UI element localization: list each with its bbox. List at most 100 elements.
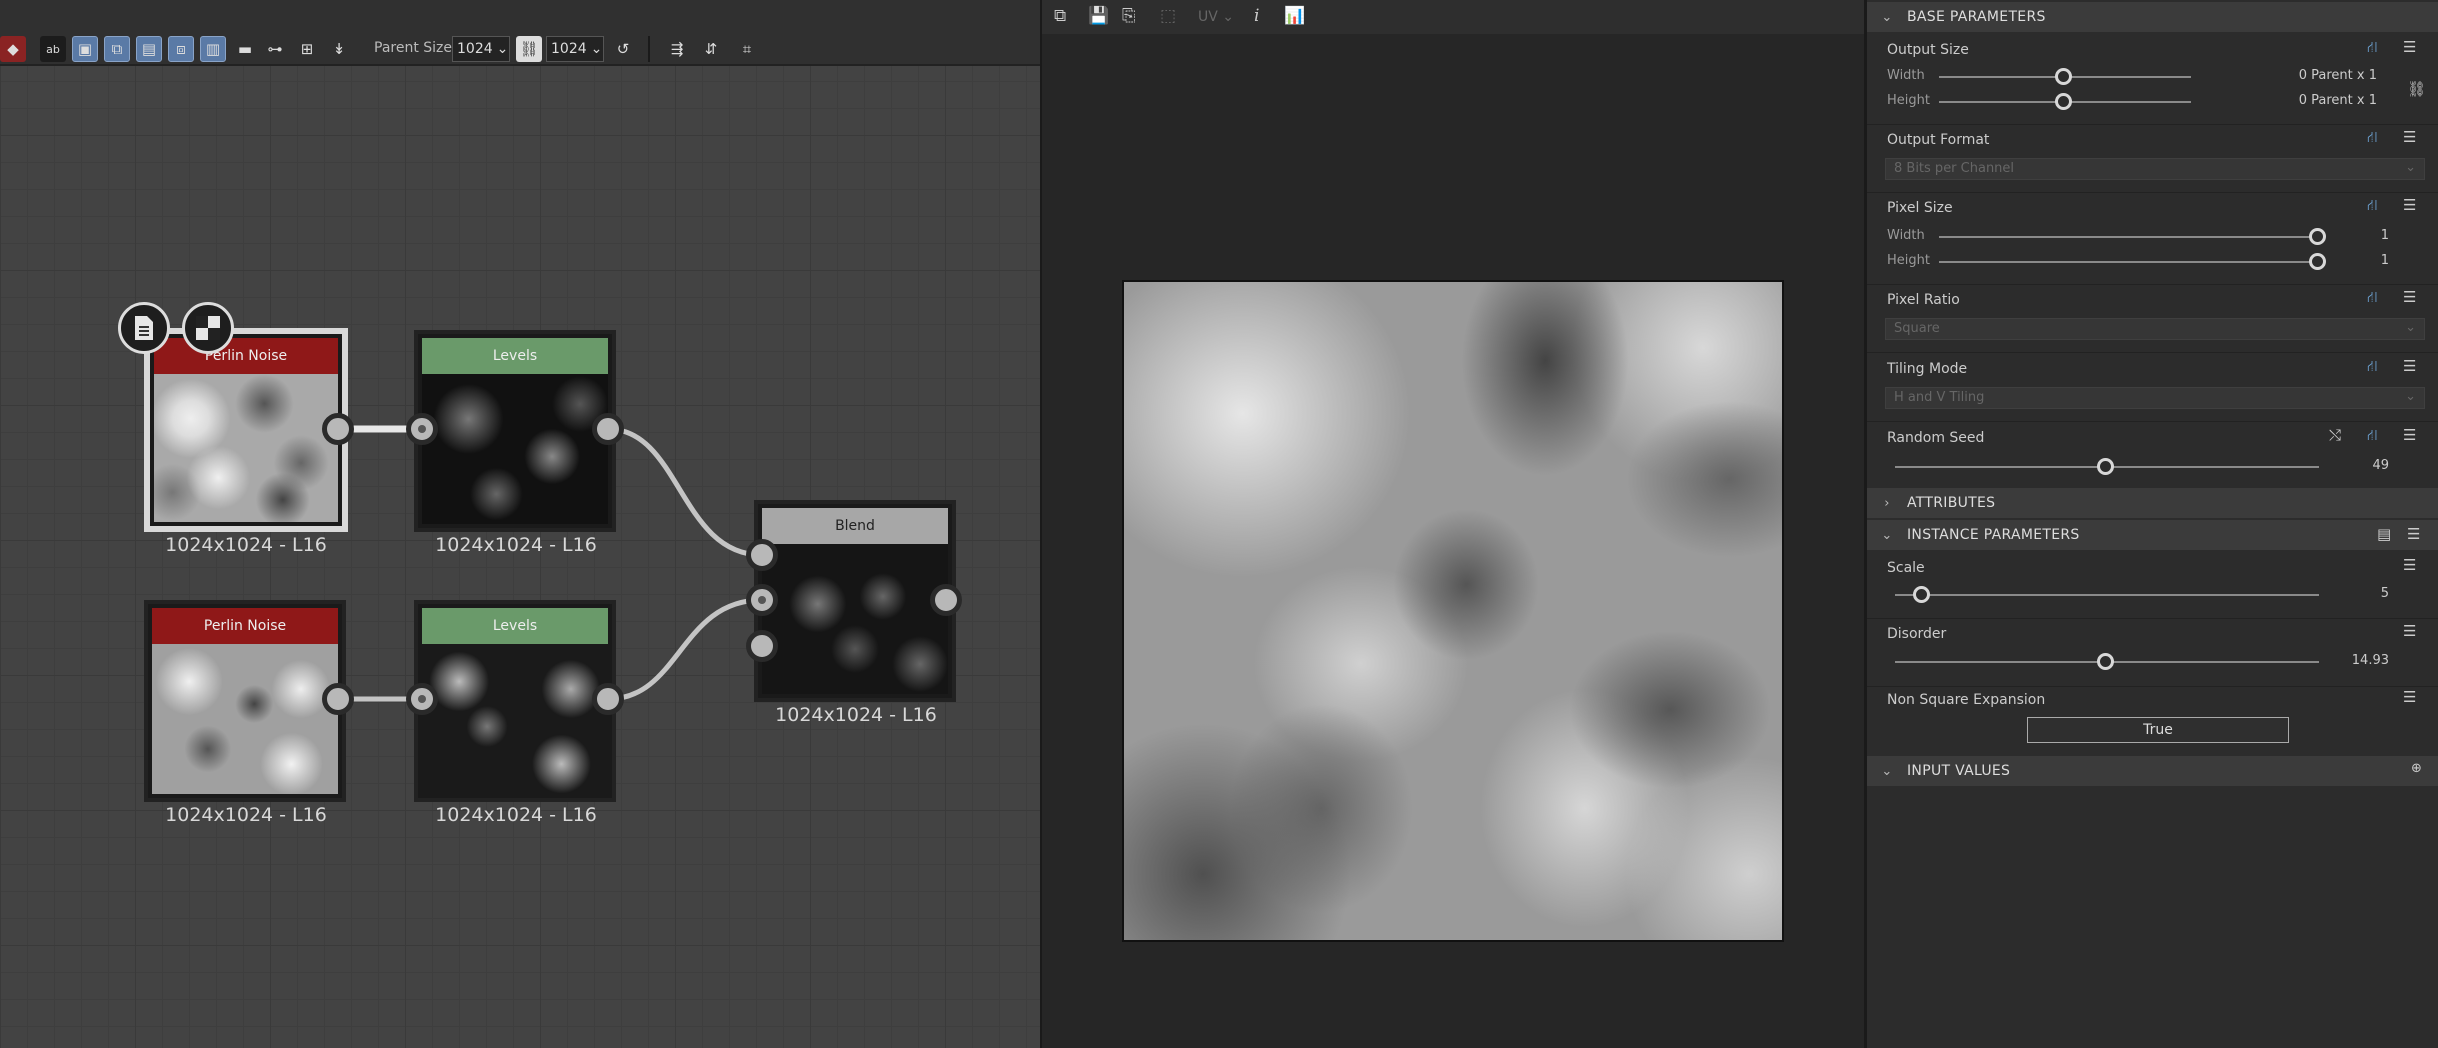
- save-icon[interactable]: 💾: [1088, 6, 1109, 26]
- section-input-values[interactable]: ⌄ INPUT VALUES ⊕: [1867, 756, 2438, 786]
- output-port[interactable]: [592, 413, 624, 445]
- node-levels-2[interactable]: Levels: [414, 600, 616, 802]
- menu-icon[interactable]: ☰: [2403, 288, 2416, 306]
- expose-icon[interactable]: ⛙: [2367, 196, 2378, 216]
- parent-size-width-select[interactable]: 1024 ⌄: [452, 36, 510, 62]
- shuffle-icon[interactable]: ⤭: [2329, 426, 2341, 444]
- 2d-viewer[interactable]: ⧉ 💾 ⎘ ⬚ UV ⌄ i 📊: [1040, 0, 1864, 1048]
- input-port[interactable]: [746, 584, 778, 616]
- pixel-width-knob[interactable]: [2309, 228, 2326, 245]
- chevron-down-icon: ⌄: [496, 41, 509, 57]
- crop-icon[interactable]: ⌗: [734, 36, 760, 62]
- pixel-height-knob[interactable]: [2309, 253, 2326, 270]
- menu-icon[interactable]: ☰: [2403, 196, 2416, 214]
- graph-editor[interactable]: Perlin Noise 1024x1024 - L16 Levels 1024…: [0, 0, 1040, 1048]
- random-seed-knob[interactable]: [2097, 458, 2114, 475]
- section-title: INPUT VALUES: [1907, 763, 2011, 779]
- clipboard-icon[interactable]: ⎘: [1122, 6, 1136, 26]
- menu-icon[interactable]: ☰: [2403, 38, 2416, 56]
- link-icon[interactable]: ⛓: [516, 36, 542, 62]
- output-height-knob[interactable]: [2055, 93, 2072, 110]
- expose-icon[interactable]: ⛙: [2367, 288, 2378, 308]
- section-attributes[interactable]: › ATTRIBUTES: [1867, 488, 2438, 518]
- ab01-icon[interactable]: ab: [40, 36, 66, 62]
- align-icon[interactable]: ⇶: [664, 36, 690, 62]
- pixel-width-track[interactable]: [1939, 236, 2319, 238]
- input-port[interactable]: [746, 539, 778, 571]
- nodes-icon[interactable]: ⊞: [294, 36, 320, 62]
- pixel-ratio-select[interactable]: Square ⌄: [1885, 318, 2425, 340]
- menu-icon[interactable]: ☰: [2403, 622, 2416, 640]
- output-height-suffix: Parent x 1: [2311, 93, 2377, 108]
- node-title: Levels: [422, 338, 608, 374]
- output-format-label: Output Format: [1887, 132, 1990, 148]
- node-frame-icon[interactable]: ⧉: [104, 36, 130, 62]
- parent-size-height-select[interactable]: 1024 ⌄: [546, 36, 604, 62]
- info-icon[interactable]: i: [1254, 6, 1259, 26]
- tiling-mode-select[interactable]: H and V Tiling ⌄: [1885, 387, 2425, 409]
- reset-icon[interactable]: ↺: [610, 36, 636, 62]
- section-title: INSTANCE PARAMETERS: [1907, 527, 2080, 543]
- node-plus-icon[interactable]: ▤: [136, 36, 162, 62]
- menu-icon[interactable]: ☰: [2403, 556, 2416, 574]
- node-label: 1024x1024 - L16: [775, 704, 937, 726]
- output-port[interactable]: [592, 683, 624, 715]
- scale-value[interactable]: 5: [2347, 586, 2389, 601]
- divider: [1867, 352, 2438, 353]
- menu-icon[interactable]: ☰: [2403, 688, 2416, 706]
- scale-knob[interactable]: [1913, 586, 1930, 603]
- scale-track[interactable]: [1895, 594, 2319, 596]
- histogram-icon[interactable]: 📊: [1284, 6, 1305, 26]
- input-port[interactable]: [406, 413, 438, 445]
- random-seed-value[interactable]: 49: [2347, 458, 2389, 473]
- frame-icon[interactable]: ▣: [72, 36, 98, 62]
- expose-icon[interactable]: ⛙: [2367, 128, 2378, 148]
- link-icon[interactable]: ⛓: [2407, 80, 2426, 98]
- paint-bucket-icon[interactable]: ◆: [0, 36, 26, 62]
- copy-icon[interactable]: ⧉: [1054, 6, 1066, 26]
- node-comment-icon[interactable]: ▥: [200, 36, 226, 62]
- align-vertical-icon[interactable]: ⇵: [698, 36, 724, 62]
- tiling-mode-value: H and V Tiling: [1894, 390, 1985, 405]
- disorder-knob[interactable]: [2097, 653, 2114, 670]
- toolbar-divider: [648, 36, 650, 62]
- pin-icon[interactable]: ⊶: [262, 36, 288, 62]
- preset-icon[interactable]: ▤: [2377, 525, 2391, 543]
- node-levels-1[interactable]: Levels: [414, 330, 616, 532]
- add-icon[interactable]: ⊕: [2411, 761, 2422, 776]
- pixel-height-track[interactable]: [1939, 261, 2319, 263]
- section-instance-parameters[interactable]: ⌄ INSTANCE PARAMETERS ▤ ☰: [1867, 520, 2438, 550]
- expose-icon[interactable]: ⛙: [2367, 38, 2378, 58]
- pixel-height-value[interactable]: 1: [2347, 253, 2389, 268]
- document-icon[interactable]: [118, 302, 170, 354]
- output-format-select[interactable]: 8 Bits per Channel ⌄: [1885, 158, 2425, 180]
- node-export-icon[interactable]: ⧈: [168, 36, 194, 62]
- node-perlin-noise-2[interactable]: Perlin Noise: [144, 600, 346, 802]
- node-perlin-noise-1[interactable]: Perlin Noise: [144, 328, 348, 532]
- menu-icon[interactable]: ☰: [2403, 426, 2416, 444]
- menu-icon[interactable]: ☰: [2403, 128, 2416, 146]
- preview-image[interactable]: [1122, 280, 1784, 942]
- comment-icon[interactable]: ▬: [232, 36, 258, 62]
- disorder-value[interactable]: 14.93: [2337, 653, 2389, 668]
- input-port[interactable]: [406, 683, 438, 715]
- output-width-knob[interactable]: [2055, 68, 2072, 85]
- output-format-value: 8 Bits per Channel: [1894, 161, 2015, 176]
- output-port[interactable]: [322, 413, 354, 445]
- node-blend[interactable]: Blend: [754, 500, 956, 702]
- tiling-icon[interactable]: ⬚: [1160, 6, 1176, 26]
- pin-down-icon[interactable]: ↡: [326, 36, 352, 62]
- non-square-toggle[interactable]: True: [2027, 717, 2289, 743]
- output-port[interactable]: [930, 584, 962, 616]
- expose-icon[interactable]: ⛙: [2367, 357, 2378, 377]
- uv-toggle[interactable]: UV ⌄: [1198, 9, 1234, 25]
- menu-icon[interactable]: ☰: [2407, 525, 2421, 543]
- parent-size-height-value: 1024: [551, 41, 587, 57]
- output-port[interactable]: [322, 683, 354, 715]
- checker-icon[interactable]: [182, 302, 234, 354]
- menu-icon[interactable]: ☰: [2403, 357, 2416, 375]
- section-base-parameters[interactable]: ⌄ BASE PARAMETERS: [1867, 2, 2438, 32]
- input-port[interactable]: [746, 630, 778, 662]
- expose-icon[interactable]: ⛙: [2367, 426, 2378, 446]
- pixel-width-value[interactable]: 1: [2347, 228, 2389, 243]
